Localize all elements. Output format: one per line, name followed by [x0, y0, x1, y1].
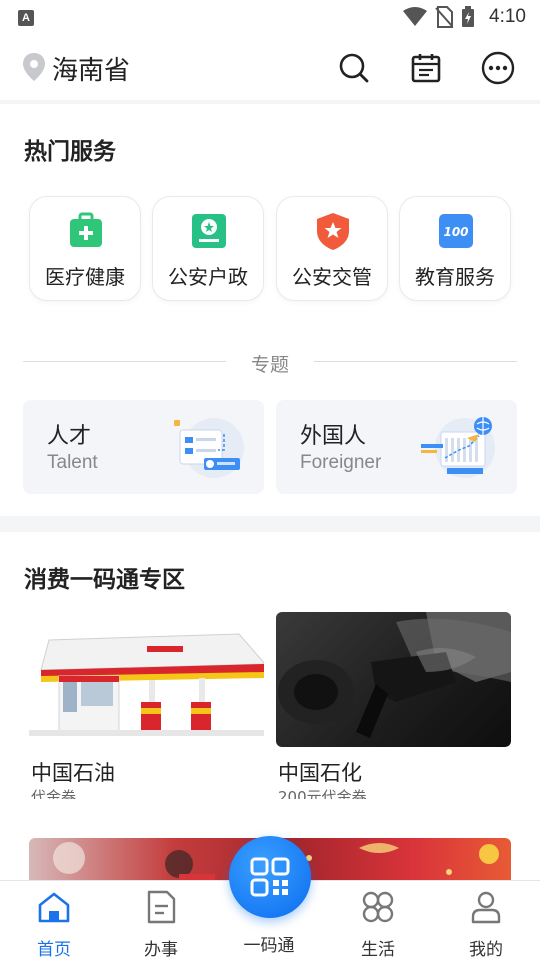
service-education[interactable]: 100 教育服务 — [399, 196, 511, 301]
coupon-subtitle: 代金券 — [31, 788, 77, 799]
coupon-subtitle: 200元代金券 — [278, 788, 367, 799]
topics-label: 专题 — [250, 354, 289, 376]
battery-charging-icon — [462, 6, 475, 27]
coupon-sinopec[interactable]: 中国石化 200元代金券 — [276, 612, 511, 799]
divider-right — [314, 361, 517, 362]
no-sim-icon — [435, 6, 454, 28]
tab-home[interactable]: 首页 — [14, 889, 94, 960]
household-register-icon — [192, 214, 226, 248]
clock: 4:10 — [489, 6, 526, 27]
location-selector[interactable]: 海南省 — [52, 50, 130, 87]
hot-services-section: 热门服务 医疗健康 公安户政 公安交管 100 教育服务 专题 人才 Talen… — [0, 104, 540, 516]
hot-services-title: 热门服务 — [24, 139, 116, 165]
police-shield-icon — [317, 213, 349, 250]
service-medical[interactable]: 医疗健康 — [29, 196, 141, 301]
coupon-name: 中国石化 — [278, 761, 362, 785]
petrochina-station-image — [29, 612, 264, 747]
top-header: 海南省 — [0, 36, 540, 100]
topic-title: 外国人 — [300, 424, 367, 449]
coupon-name: 中国石油 — [31, 761, 115, 785]
qr-code-icon — [250, 857, 290, 897]
notification-a-icon: A — [18, 10, 34, 26]
tab-label: 生活 — [361, 940, 395, 960]
topic-subtitle: Talent — [47, 452, 98, 473]
search-button[interactable] — [334, 48, 374, 88]
education-100-icon: 100 — [439, 214, 473, 248]
tab-profile[interactable]: 我的 — [446, 889, 526, 960]
tab-label: 首页 — [37, 940, 71, 960]
consume-title: 消费一码通专区 — [24, 567, 185, 593]
tab-label: 一码通 — [243, 936, 295, 956]
tab-label: 我的 — [469, 940, 503, 960]
topic-foreigner[interactable]: 外国人 Foreigner — [276, 400, 517, 494]
service-traffic-police[interactable]: 公安交管 — [276, 196, 388, 301]
tab-life[interactable]: 生活 — [338, 889, 418, 960]
talent-illustration-icon — [174, 418, 244, 478]
service-label: 医疗健康 — [45, 265, 125, 289]
service-label: 公安户政 — [168, 265, 248, 289]
qr-code-button[interactable] — [229, 836, 311, 918]
home-icon — [38, 892, 70, 923]
wifi-icon — [403, 7, 428, 26]
calendar-icon — [411, 54, 441, 83]
topic-subtitle: Foreigner — [300, 452, 382, 473]
location-pin-icon — [23, 53, 45, 81]
foreigner-illustration-icon — [421, 417, 495, 478]
more-icon — [481, 51, 515, 85]
medical-kit-icon — [70, 212, 102, 247]
search-icon — [339, 53, 369, 83]
fuel-nozzle-image — [276, 612, 511, 747]
topic-talent[interactable]: 人才 Talent — [23, 400, 264, 494]
service-label: 教育服务 — [415, 265, 495, 289]
topic-title: 人才 — [47, 424, 92, 449]
service-household[interactable]: 公安户政 — [152, 196, 264, 301]
svg-text:100: 100 — [443, 225, 468, 239]
document-icon — [147, 890, 176, 924]
service-label: 公安交管 — [292, 265, 372, 289]
tab-label: 办事 — [144, 940, 178, 960]
status-bar: A 4:10 — [0, 0, 540, 36]
divider-left — [23, 361, 226, 362]
tab-services[interactable]: 办事 — [121, 889, 201, 960]
calendar-button[interactable] — [406, 48, 446, 88]
profile-icon — [471, 891, 501, 924]
more-button[interactable] — [478, 48, 518, 88]
grid-four-icon — [362, 891, 394, 923]
coupon-petrochina[interactable]: 中国石油 代金券 — [29, 612, 264, 799]
